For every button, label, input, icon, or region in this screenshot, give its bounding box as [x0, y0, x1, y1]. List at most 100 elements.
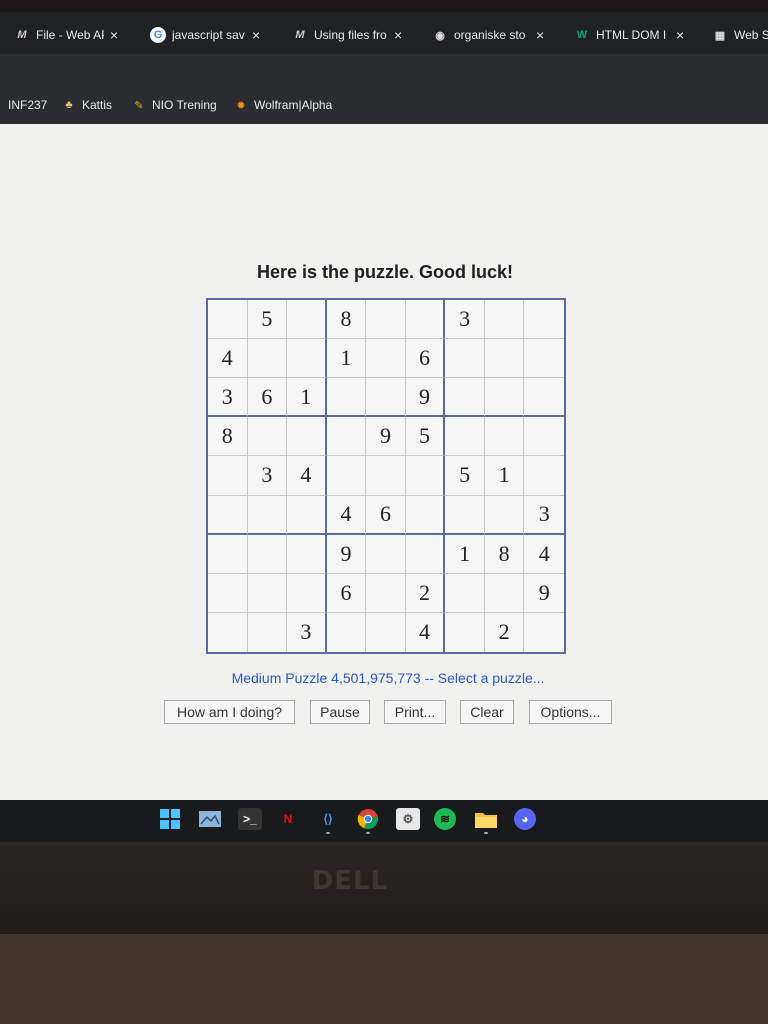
tab-organiske-stoffer[interactable]: ◉ organiske sto × — [432, 22, 554, 48]
sudoku-cell[interactable]: 8 — [484, 534, 525, 574]
netflix-icon[interactable]: N — [276, 808, 300, 830]
sudoku-cell[interactable]: 2 — [405, 573, 446, 613]
sudoku-cell[interactable] — [287, 573, 327, 613]
sudoku-cell[interactable]: 1 — [287, 378, 327, 418]
sudoku-cell[interactable]: 1 — [484, 456, 525, 496]
sudoku-cell[interactable] — [287, 339, 327, 379]
sudoku-cell[interactable] — [327, 612, 367, 652]
tab-file-web-api[interactable]: M File - Web AP × — [14, 22, 132, 48]
sudoku-cell[interactable]: 9 — [405, 378, 446, 418]
sudoku-cell[interactable] — [208, 456, 248, 496]
sudoku-cell[interactable]: 4 — [406, 612, 446, 652]
sudoku-cell[interactable] — [445, 417, 485, 457]
tab-web-s[interactable]: ▦ Web S — [712, 22, 768, 48]
sudoku-cell[interactable] — [366, 534, 406, 574]
windows-start-icon[interactable] — [158, 808, 182, 830]
sudoku-cell[interactable] — [366, 300, 406, 340]
sudoku-cell[interactable] — [445, 573, 485, 613]
sudoku-cell[interactable]: 3 — [445, 300, 485, 340]
bookmark-nio-trening[interactable]: ✎ NIO Trening — [132, 98, 216, 112]
sudoku-cell[interactable] — [247, 495, 288, 535]
sudoku-cell[interactable] — [287, 300, 327, 340]
sudoku-cell[interactable]: 6 — [405, 339, 446, 379]
sudoku-cell[interactable]: 5 — [247, 300, 288, 340]
sudoku-cell[interactable]: 9 — [524, 574, 564, 613]
sudoku-cell[interactable]: 4 — [326, 495, 367, 535]
sudoku-cell[interactable]: 8 — [208, 417, 248, 457]
sudoku-cell[interactable] — [524, 339, 564, 379]
tab-javascript-save[interactable]: G javascript sav × — [150, 22, 272, 48]
pause-button[interactable]: Pause — [310, 700, 370, 724]
sudoku-cell[interactable] — [524, 378, 564, 418]
sudoku-cell[interactable]: 4 — [287, 456, 327, 496]
close-icon[interactable]: × — [394, 27, 402, 43]
chrome-icon[interactable] — [356, 808, 380, 834]
sudoku-cell[interactable] — [287, 495, 327, 535]
vscode-icon[interactable]: ⟨⟩ — [316, 808, 340, 834]
sudoku-cell[interactable]: 1 — [326, 339, 367, 379]
sudoku-cell[interactable] — [247, 417, 288, 457]
sudoku-cell[interactable] — [445, 612, 485, 652]
puzzle-name-link[interactable]: Medium Puzzle 4,501,975,773 — [232, 670, 421, 686]
sudoku-cell[interactable] — [484, 573, 525, 613]
sudoku-cell[interactable]: 2 — [485, 612, 525, 652]
options-button[interactable]: Options... — [529, 700, 612, 724]
sudoku-cell[interactable] — [484, 417, 525, 457]
bookmark-wolfram-alpha[interactable]: ✹ Wolfram|Alpha — [234, 98, 332, 112]
sudoku-cell[interactable]: 5 — [405, 417, 446, 457]
sudoku-cell[interactable]: 1 — [445, 534, 485, 574]
sudoku-cell[interactable] — [287, 417, 327, 457]
sudoku-cell[interactable]: 3 — [524, 496, 564, 535]
terminal-icon[interactable]: >_ — [238, 808, 262, 830]
sudoku-cell[interactable] — [405, 534, 446, 574]
sudoku-cell[interactable] — [208, 534, 248, 574]
sudoku-cell[interactable] — [524, 613, 564, 652]
sudoku-cell[interactable] — [484, 300, 525, 340]
sudoku-cell[interactable] — [405, 456, 446, 496]
sudoku-cell[interactable] — [524, 456, 564, 496]
sudoku-cell[interactable] — [405, 495, 446, 535]
sudoku-cell[interactable]: 4 — [524, 535, 564, 574]
sudoku-cell[interactable]: 9 — [326, 534, 367, 574]
sudoku-cell[interactable] — [524, 417, 564, 457]
sudoku-cell[interactable] — [247, 573, 288, 613]
sudoku-cell[interactable] — [366, 456, 406, 496]
bookmark-inf237[interactable]: INF237 — [8, 98, 47, 112]
sudoku-cell[interactable]: 3 — [208, 378, 248, 418]
sudoku-cell[interactable] — [208, 495, 248, 535]
sudoku-cell[interactable]: 3 — [247, 456, 288, 496]
sudoku-cell[interactable] — [484, 495, 525, 535]
tab-html-dom[interactable]: W HTML DOM I × — [574, 22, 692, 48]
how-am-i-doing-button[interactable]: How am I doing? — [164, 700, 295, 724]
sudoku-cell[interactable] — [405, 300, 446, 340]
sudoku-cell[interactable] — [524, 300, 564, 340]
sudoku-cell[interactable] — [366, 378, 406, 418]
print-button[interactable]: Print... — [384, 700, 446, 724]
sudoku-cell[interactable]: 5 — [445, 456, 485, 496]
sudoku-cell[interactable] — [366, 612, 406, 652]
close-icon[interactable]: × — [252, 27, 260, 43]
close-icon[interactable]: × — [676, 27, 684, 43]
tab-using-files[interactable]: M Using files fro × — [292, 22, 412, 48]
sudoku-cell[interactable] — [248, 612, 288, 652]
sudoku-cell[interactable]: 6 — [366, 495, 406, 535]
sudoku-cell[interactable]: 4 — [208, 339, 248, 379]
sudoku-cell[interactable] — [208, 300, 248, 340]
sudoku-cell[interactable] — [484, 339, 525, 379]
bookmark-kattis[interactable]: ♣ Kattis — [62, 98, 112, 112]
sudoku-cell[interactable]: 6 — [247, 378, 288, 418]
sudoku-cell[interactable] — [326, 378, 367, 418]
discord-icon[interactable]: ◕ — [514, 808, 536, 830]
sudoku-cell[interactable]: 9 — [366, 417, 406, 457]
sudoku-cell[interactable]: 6 — [326, 573, 367, 613]
image-viewer-icon[interactable] — [198, 808, 222, 830]
spotify-icon[interactable]: ≋ — [434, 808, 456, 830]
sudoku-cell[interactable] — [208, 573, 248, 613]
sudoku-cell[interactable] — [326, 417, 367, 457]
sudoku-cell[interactable] — [247, 534, 288, 574]
file-explorer-icon[interactable] — [474, 808, 498, 834]
sudoku-cell[interactable] — [484, 378, 525, 418]
close-icon[interactable]: × — [110, 27, 118, 43]
sudoku-cell[interactable] — [445, 378, 485, 418]
sudoku-cell[interactable] — [366, 339, 406, 379]
